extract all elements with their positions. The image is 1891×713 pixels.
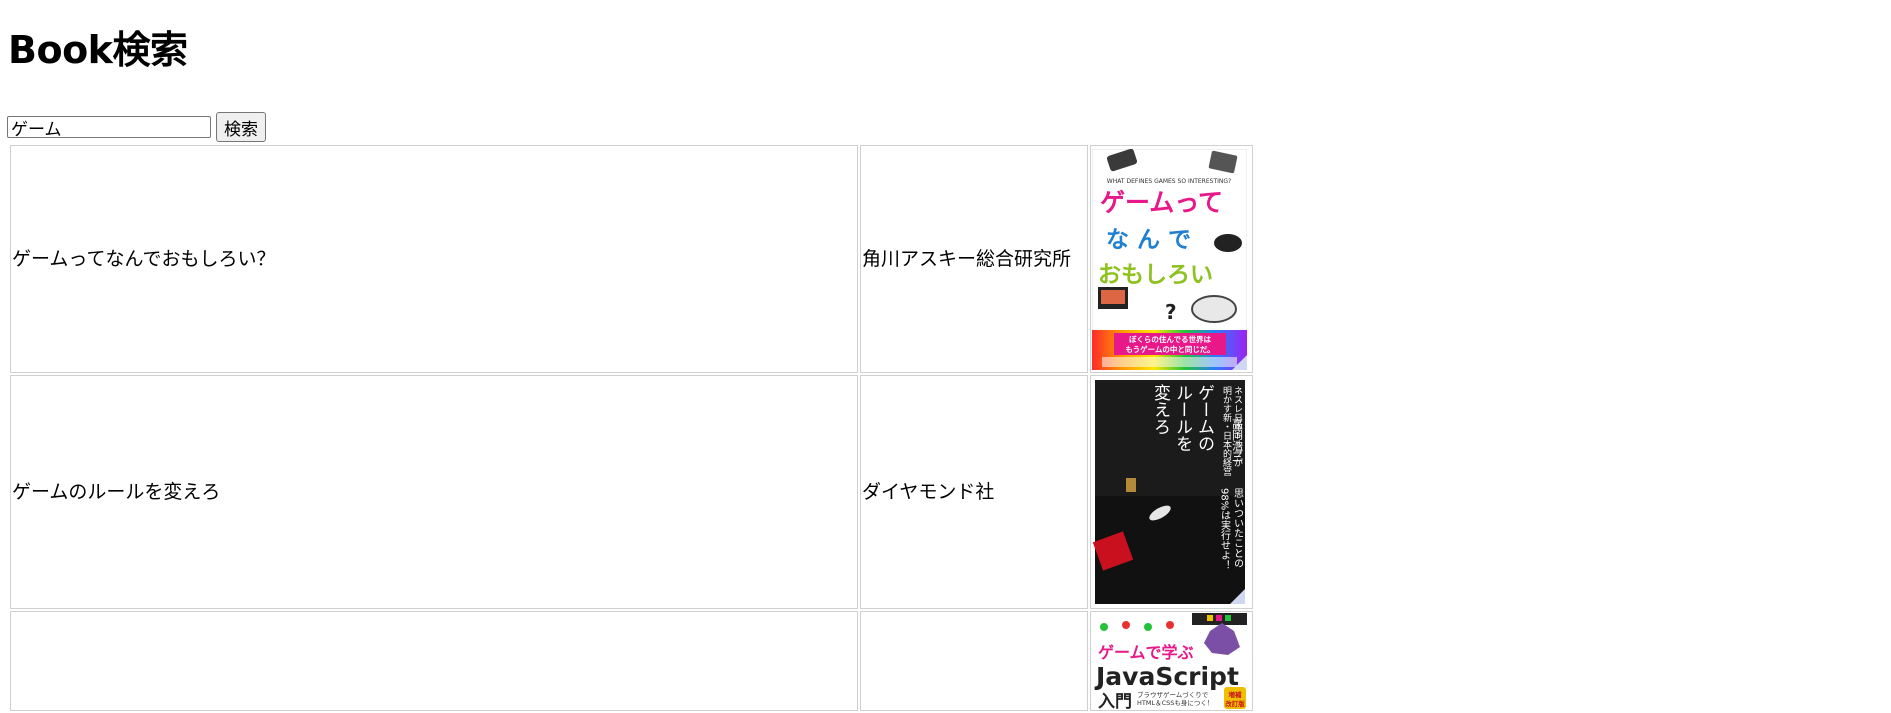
- book-cover-cell: ゲームの ルールを 変えろ ネスレ日本トップが 明かす新・日本的経営 高岡浩三 …: [1090, 375, 1253, 609]
- cover-line1: ゲームで学ぶ: [1098, 643, 1194, 662]
- cover-catch-col2: 98%は実行せよ！: [1219, 488, 1231, 570]
- cover-band-line2: もうゲームの中と同じだ。: [1125, 344, 1214, 354]
- cover-line2: JavaScript: [1094, 662, 1239, 691]
- book-publisher: [860, 611, 1088, 711]
- cover-badge2: 改訂版: [1225, 699, 1245, 708]
- cover-line1: ゲームって: [1100, 188, 1223, 217]
- cover-catch-col1: 思いついたことの: [1232, 488, 1244, 568]
- cover-mark: ?: [1165, 300, 1177, 324]
- table-row: ゲームのルールを変えろ ダイヤモンド社 ゲームの ルールを 変えろ ネスレ日本ト…: [10, 375, 1253, 609]
- book-publisher: ダイヤモンド社: [860, 375, 1088, 609]
- cover-small2: HTML＆CSSも身につく！: [1137, 698, 1213, 707]
- book-title[interactable]: ゲームのルールを変えろ: [10, 375, 858, 609]
- search-input[interactable]: [7, 116, 211, 138]
- cover-line3: 入門: [1098, 692, 1132, 709]
- book-cover-image[interactable]: ゲームの ルールを 変えろ ネスレ日本トップが 明かす新・日本的経営 高岡浩三 …: [1092, 378, 1251, 606]
- book-cover-cell: WHAT DEFINES GAMES SO INTERESTING? ゲームって…: [1090, 145, 1253, 373]
- cover-title-col3: 変えろ: [1150, 384, 1171, 435]
- cover-badge1: 増補: [1229, 690, 1243, 699]
- cover-top-text: WHAT DEFINES GAMES SO INTERESTING?: [1107, 178, 1231, 185]
- results-table: ゲームってなんでおもしろい？ 角川アスキー総合研究所 WHAT DEFINES …: [8, 143, 1255, 713]
- book-title[interactable]: ゲームってなんでおもしろい？: [10, 145, 858, 373]
- cover-title-col2: ルールを: [1172, 384, 1192, 452]
- cover-author: 高岡浩三: [1231, 417, 1244, 462]
- book-publisher: 角川アスキー総合研究所: [860, 145, 1088, 373]
- cover-line2: な ん で: [1106, 227, 1191, 253]
- cover-line3: おもしろい: [1098, 262, 1213, 288]
- search-button[interactable]: 検索: [216, 112, 266, 142]
- table-row: ゲームで学ぶ JavaScript 入門 ブラウザゲームづくりで HTML＆CS…: [10, 611, 1253, 711]
- book-title[interactable]: [10, 611, 858, 711]
- cover-band-line1: ぼくらの住んでる世界は: [1129, 334, 1212, 344]
- page-title: Book検索: [8, 28, 188, 72]
- cover-small1: ブラウザゲームづくりで: [1137, 690, 1209, 699]
- table-row: ゲームってなんでおもしろい？ 角川アスキー総合研究所 WHAT DEFINES …: [10, 145, 1253, 373]
- cover-title-col1: ゲームの: [1194, 384, 1214, 452]
- search-form: 検索: [7, 112, 266, 142]
- book-cover-image[interactable]: WHAT DEFINES GAMES SO INTERESTING? ゲームって…: [1092, 148, 1251, 370]
- book-cover-image[interactable]: ゲームで学ぶ JavaScript 入門 ブラウザゲームづくりで HTML＆CS…: [1092, 613, 1251, 709]
- book-cover-cell: ゲームで学ぶ JavaScript 入門 ブラウザゲームづくりで HTML＆CS…: [1090, 611, 1253, 711]
